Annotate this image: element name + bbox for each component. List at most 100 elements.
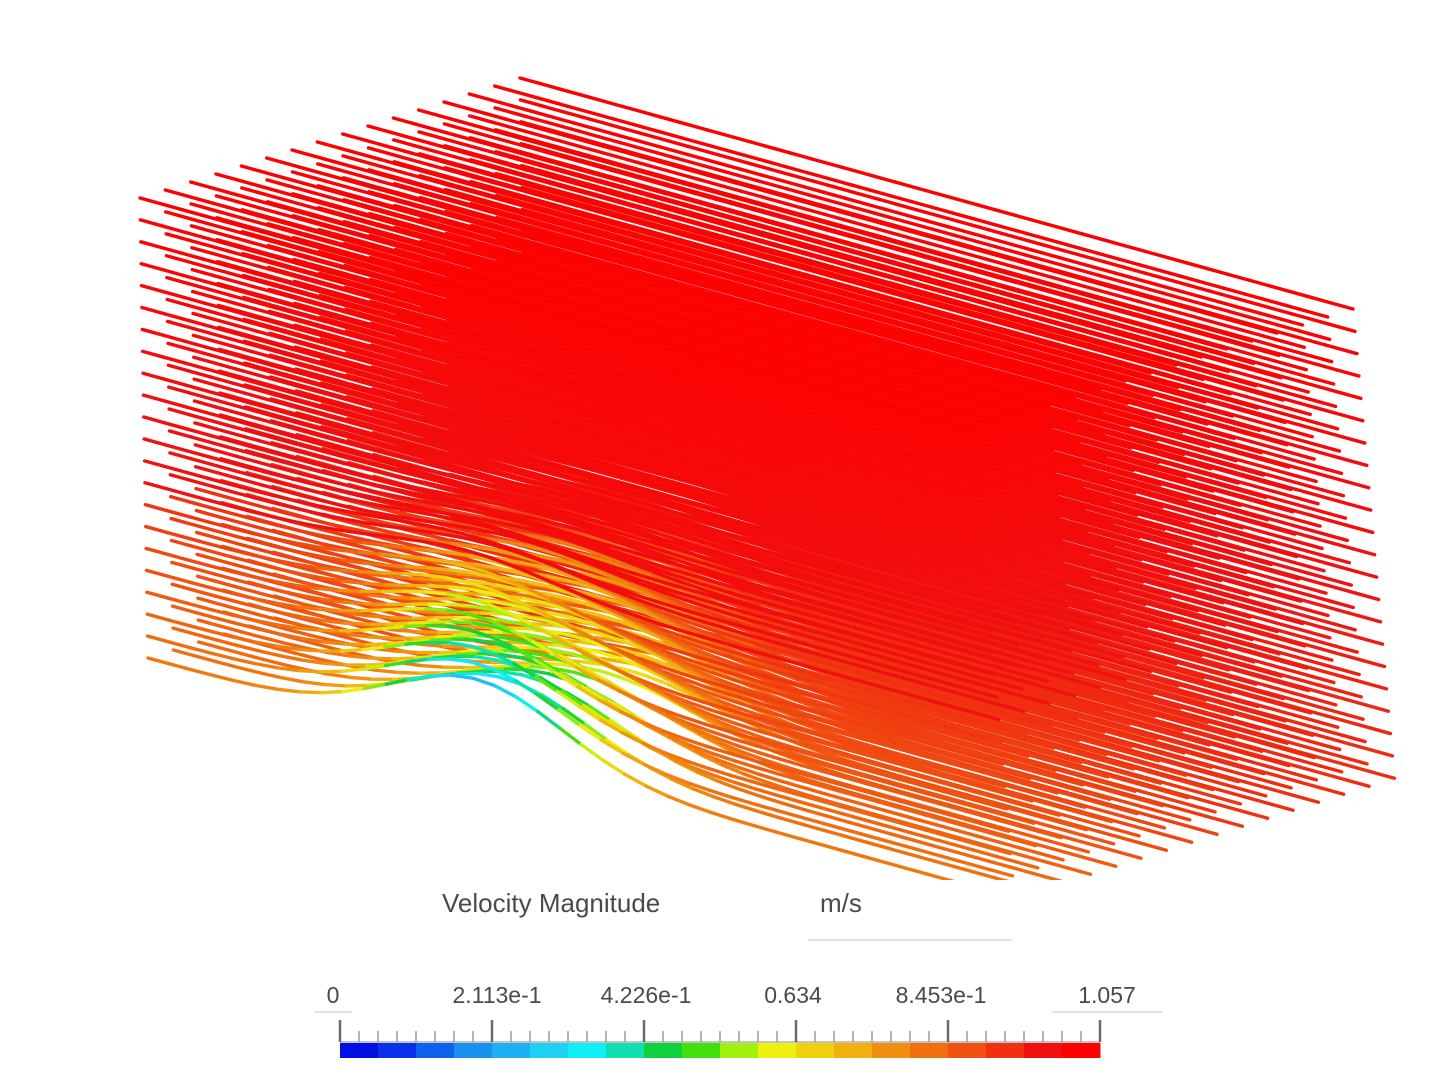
streamline: [827, 198, 852, 208]
streamline: [888, 194, 913, 204]
streamline: [593, 148, 618, 159]
streamline: [956, 219, 982, 229]
streamline: [576, 129, 602, 139]
streamline: [1304, 607, 1330, 618]
streamline: [1328, 518, 1354, 529]
streamline: [1161, 291, 1186, 301]
streamline: [1278, 476, 1303, 486]
streamline: [468, 114, 493, 124]
3d-viewport[interactable]: [0, 0, 1440, 880]
streamline: [1009, 242, 1034, 252]
streamline: [1071, 259, 1096, 269]
streamline: [412, 143, 438, 154]
streamline: [1260, 334, 1286, 344]
streamline: [1217, 300, 1242, 310]
streamline: [560, 109, 585, 119]
streamline: [977, 225, 1002, 235]
streamline: [1312, 398, 1338, 409]
streamline: [1314, 719, 1340, 729]
streamline: [759, 173, 784, 183]
streamline: [1312, 638, 1338, 648]
streamline: [1260, 573, 1286, 584]
streamline: [433, 149, 459, 159]
streamline: [1369, 748, 1395, 758]
streamline: [1117, 257, 1142, 267]
streamline: [743, 175, 768, 185]
streamline: [1296, 758, 1322, 768]
streamline: [1320, 786, 1346, 796]
streamline: [417, 130, 442, 140]
streamline: [910, 221, 935, 232]
streamline: [437, 114, 463, 124]
streamline: [998, 231, 1023, 241]
streamline: [846, 182, 872, 192]
streamline: [717, 161, 742, 171]
streamline: [1320, 727, 1346, 738]
streamline: [1294, 677, 1320, 687]
streamline: [997, 209, 1022, 219]
streamline: [1281, 339, 1307, 350]
streamline: [994, 245, 1019, 255]
streamline: [675, 150, 701, 160]
streamline: [1339, 652, 1365, 663]
streamline: [852, 190, 877, 200]
streamline: [1311, 557, 1336, 568]
streamline: [1322, 691, 1348, 701]
streamline: [789, 173, 815, 183]
streamline: [530, 109, 555, 119]
streamline: [889, 216, 915, 226]
streamline: [780, 178, 805, 189]
streamline: [927, 241, 952, 251]
streamline: [1316, 683, 1342, 693]
streamline: [1096, 251, 1122, 261]
streamline: [1268, 423, 1293, 433]
streamline: [1247, 417, 1272, 427]
streamline: [718, 183, 743, 193]
streamline: [1299, 482, 1324, 492]
streamline: [955, 197, 980, 207]
streamline: [726, 134, 751, 144]
streamline: [643, 132, 669, 143]
streamline: [1286, 326, 1311, 336]
streamline: [738, 167, 763, 177]
streamline: [1294, 794, 1321, 804]
streamline: [1262, 596, 1287, 606]
streamline: [1258, 551, 1284, 561]
streamline: [1327, 758, 1353, 768]
streamline: [514, 111, 539, 122]
streamline: [1226, 790, 1252, 800]
streamline: [1322, 510, 1348, 520]
streamline: [1267, 662, 1293, 673]
streamline: [1332, 622, 1357, 632]
streamline: [555, 123, 581, 133]
streamline: [1312, 697, 1338, 707]
streamline: [676, 172, 701, 182]
streamline: [1283, 543, 1309, 553]
streamline: [1351, 547, 1377, 557]
streamline: [1322, 750, 1348, 760]
streamline: [1308, 354, 1334, 364]
streamline: [1326, 496, 1352, 506]
streamline: [934, 191, 960, 201]
streamline: [518, 76, 543, 86]
streamline: [1252, 484, 1278, 494]
streamline: [1312, 580, 1338, 590]
streamline: [488, 119, 514, 130]
streamline: [442, 122, 467, 132]
streamline: [1338, 390, 1363, 401]
streamline: [1336, 368, 1361, 378]
streamline: [1284, 303, 1309, 313]
streamline: [947, 247, 973, 257]
streamline: [951, 211, 976, 221]
streamline: [643, 110, 668, 121]
streamline: [1175, 288, 1200, 298]
streamline: [1320, 669, 1346, 679]
streamline: [1336, 608, 1361, 618]
streamline: [1177, 310, 1202, 321]
streamline: [822, 212, 847, 222]
streamline: [1274, 431, 1300, 442]
streamline: [559, 87, 585, 98]
streamline: [968, 253, 994, 263]
streamline: [1323, 713, 1349, 724]
streamline: [1349, 764, 1375, 774]
